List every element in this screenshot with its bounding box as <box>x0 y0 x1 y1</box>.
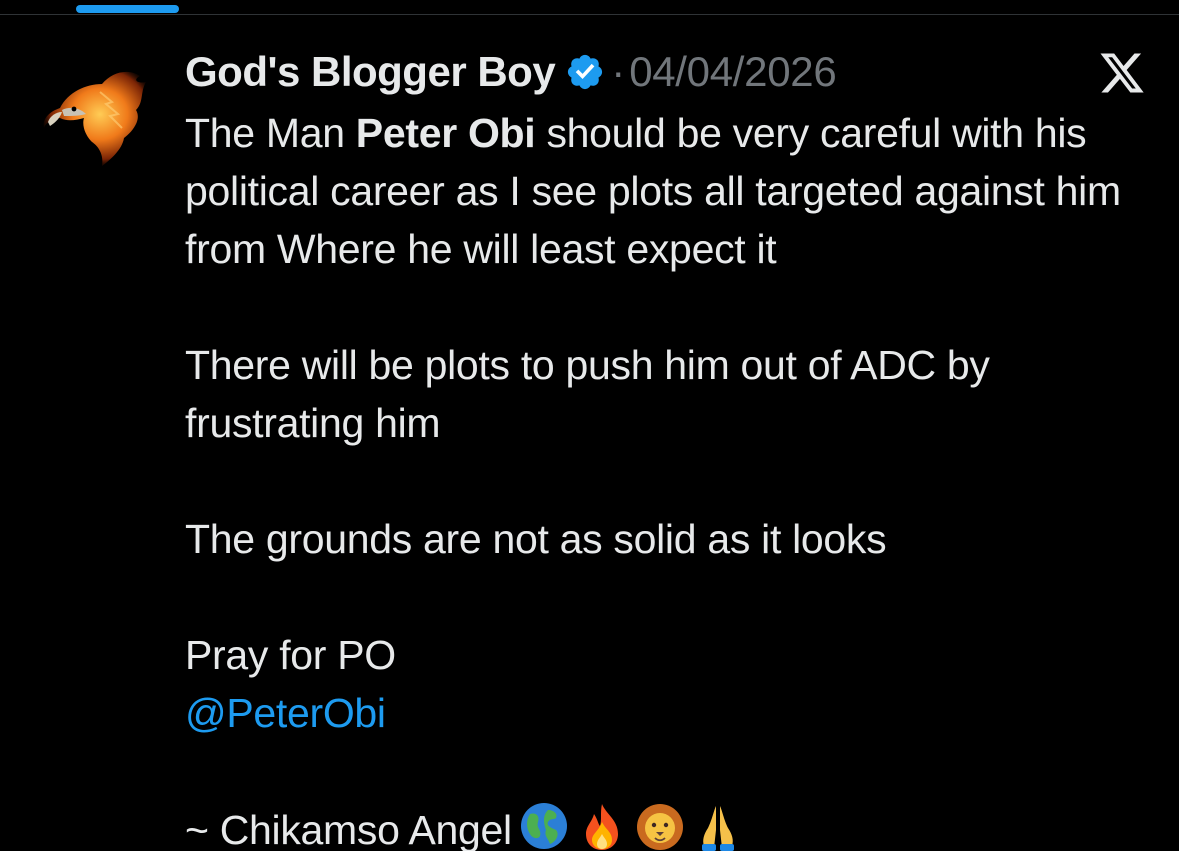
verified-badge-icon <box>568 54 603 90</box>
tweet-paragraph: The grounds are not as solid as it looks <box>185 516 887 562</box>
globe-emoji-icon <box>520 803 567 849</box>
tweet-body: The Man Peter Obi should be very careful… <box>185 104 1145 851</box>
tweet-text: The Man <box>185 110 356 156</box>
tweet-screenshot: God's Blogger Boy · 04/04/2026 The Man P… <box>0 0 1179 851</box>
praying-hands-emoji-icon <box>701 806 734 851</box>
tweet-paragraph: Pray for PO <box>185 632 396 678</box>
mention-link[interactable]: @PeterObi <box>185 690 386 736</box>
active-tab-indicator <box>76 5 179 13</box>
signature-line: ~ Chikamso Angel <box>185 800 1145 851</box>
x-logo-icon[interactable] <box>1097 49 1147 97</box>
tweet-header: God's Blogger Boy · 04/04/2026 <box>185 44 837 100</box>
signature-text: ~ Chikamso Angel <box>185 807 512 851</box>
fire-emoji-icon <box>585 804 618 850</box>
mention-link-paragraph: @PeterObi <box>185 684 1145 742</box>
tweet-paragraph: The Man Peter Obi should be very careful… <box>185 104 1145 278</box>
top-divider <box>0 14 1179 15</box>
display-name[interactable]: God's Blogger Boy <box>185 48 556 96</box>
tweet-date[interactable]: 04/04/2026 <box>629 48 837 96</box>
tweet-paragraph: There will be plots to push him out of A… <box>185 342 990 446</box>
header-separator: · <box>611 48 626 95</box>
eagle-avatar[interactable] <box>40 62 156 168</box>
bold-name: Peter Obi <box>355 110 536 156</box>
lion-emoji-icon <box>636 804 683 850</box>
